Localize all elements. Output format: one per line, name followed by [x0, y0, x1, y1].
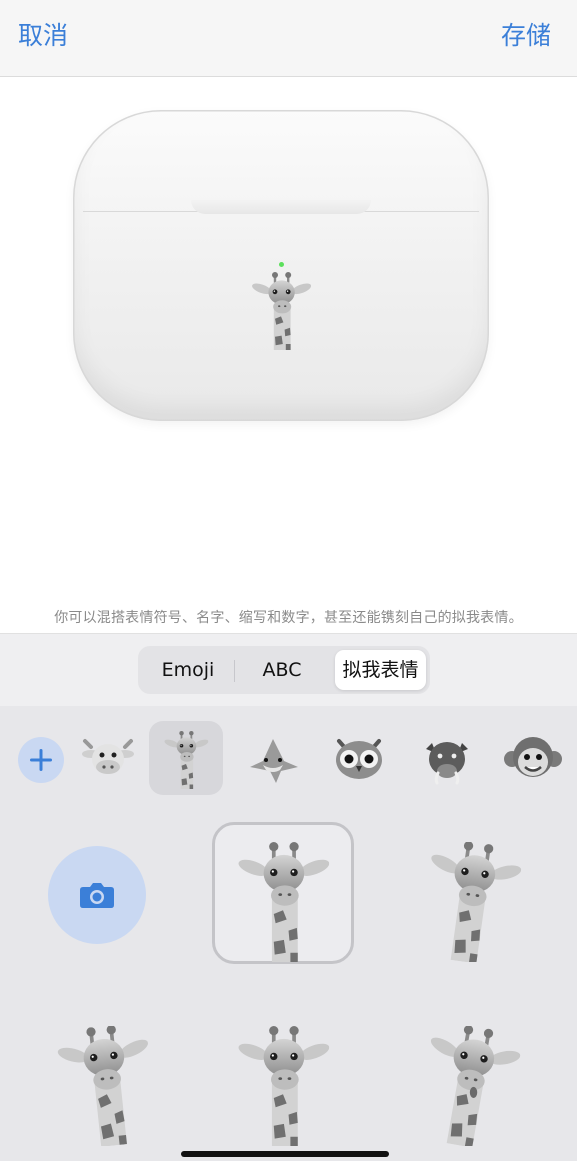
owl-memoji-icon[interactable] [322, 721, 396, 795]
giraffe-sticker-side[interactable] [48, 1026, 164, 1146]
camera-icon [80, 883, 114, 908]
giraffe-sticker-front[interactable] [226, 842, 340, 962]
home-indicator[interactable] [181, 1151, 389, 1157]
engraving-preview: 你可以混搭表情符号、名字、缩写和数字，甚至还能镌刻自己的拟我表情。 [0, 77, 577, 632]
shark-memoji-icon[interactable] [236, 721, 310, 795]
giraffe-engraving-icon [249, 272, 313, 350]
boar-memoji-icon[interactable] [410, 721, 484, 795]
tab-emoji[interactable]: Emoji [142, 650, 234, 690]
segmented-control: Emoji ABC 拟我表情 [138, 646, 430, 694]
add-memoji-button[interactable] [18, 737, 64, 783]
engraving-hint: 你可以混搭表情符号、名字、缩写和数字，甚至还能镌刻自己的拟我表情。 [54, 610, 523, 626]
cow-memoji-icon[interactable] [71, 721, 145, 795]
memoji-picker [0, 706, 577, 1161]
memoji-strip [0, 706, 577, 811]
nav-bar: 取消 存储 [0, 0, 577, 77]
plus-icon [30, 749, 52, 771]
camera-button[interactable] [48, 846, 146, 944]
keyboard-mode-bar: Emoji ABC 拟我表情 [0, 633, 577, 707]
giraffe-sticker-tongue[interactable] [410, 1026, 526, 1146]
segment-divider [234, 660, 235, 682]
save-button[interactable]: 存储 [501, 16, 551, 52]
monkey-memoji-icon[interactable] [496, 721, 570, 795]
giraffe-sticker-smile[interactable] [226, 1026, 340, 1146]
tab-memoji[interactable]: 拟我表情 [335, 650, 426, 690]
tab-abc[interactable]: ABC [236, 650, 328, 690]
giraffe-memoji-icon[interactable] [149, 721, 223, 795]
status-light [279, 262, 284, 267]
case-lid-notch [191, 200, 371, 214]
giraffe-sticker-tilt[interactable] [412, 842, 528, 962]
cancel-button[interactable]: 取消 [18, 16, 68, 52]
airpods-case [73, 110, 489, 421]
